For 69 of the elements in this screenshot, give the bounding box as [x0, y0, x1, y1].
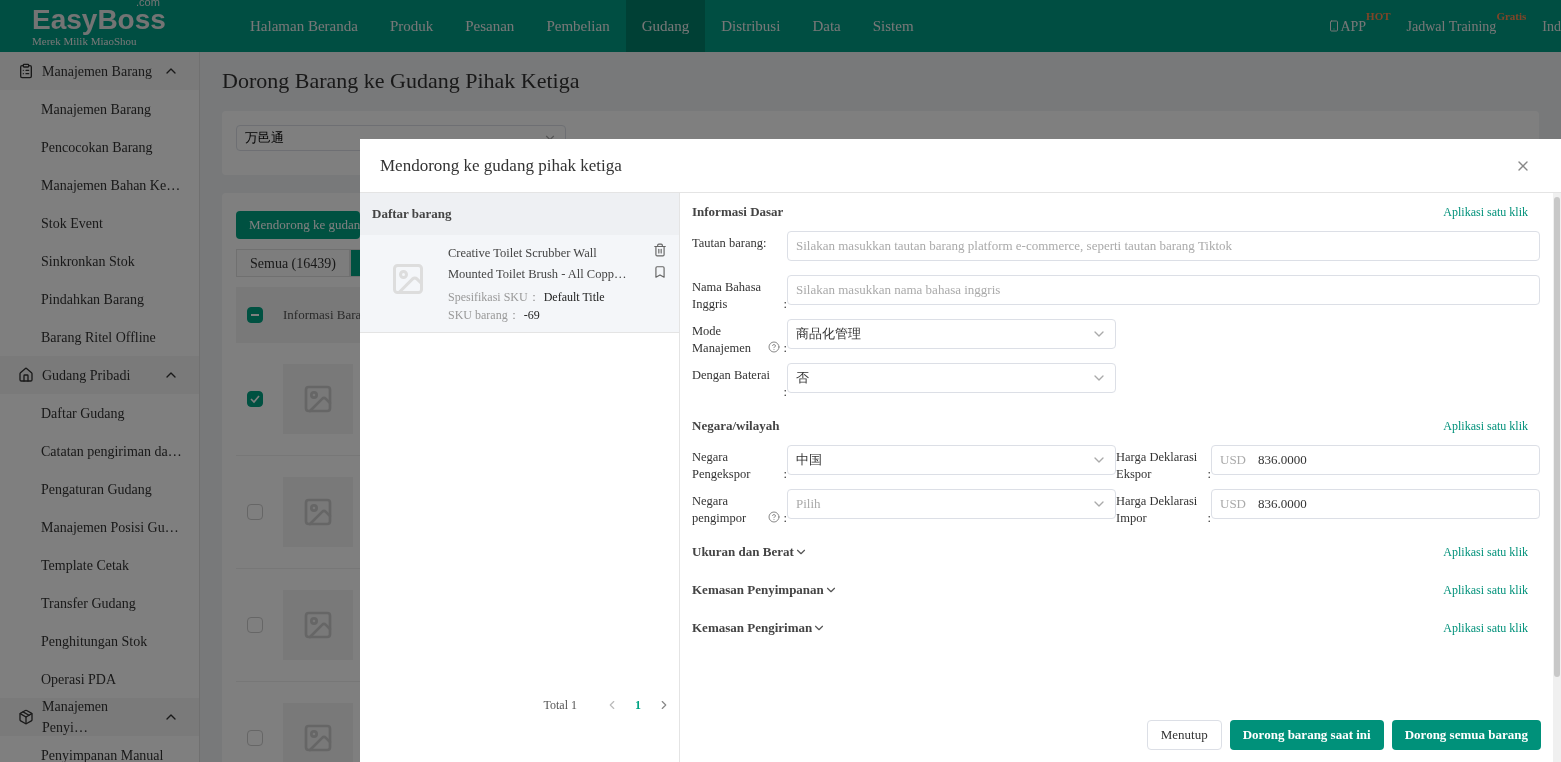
list-header: Daftar barang — [360, 193, 679, 235]
product-item[interactable]: Creative Toilet Scrubber Wall Mounted Toilet Brush - All Copp… Spesifikasi SKU： Default Title SKU barang： -69 — [360, 235, 679, 333]
section-title[interactable]: Kemasan Pengiriman — [692, 618, 813, 638]
one-click-apply-link[interactable]: Aplikasi satu klik — [1443, 417, 1528, 435]
field-label: Harga Deklarasi Ekspor — [1116, 449, 1199, 483]
one-click-apply-link[interactable]: Aplikasi satu klik — [1443, 581, 1528, 599]
colon: : — [783, 510, 787, 527]
tab[interactable]: Semua (16439) — [236, 249, 350, 277]
sidebar-item[interactable]: Penghitungan Stok — [0, 622, 199, 660]
field-label: Negara Pengekspor — [692, 449, 752, 483]
sidebar-item[interactable]: Pindahkan Barang — [0, 280, 199, 318]
push-button[interactable]: Mendorong ke gudan — [236, 211, 360, 239]
select-field[interactable]: 中国 — [787, 445, 1116, 475]
colon: : — [783, 296, 787, 313]
section-title[interactable]: Kemasan Penyimpanan — [692, 580, 824, 600]
sidebar-item[interactable]: Manajemen Posisi Gu… — [0, 508, 199, 546]
select-field[interactable]: 否 — [787, 363, 1116, 393]
colon: : — [1207, 466, 1211, 483]
sidebar-item[interactable]: Manajemen Barang — [0, 90, 199, 128]
page-title: Dorong Barang ke Gudang Pihak Ketiga — [222, 67, 581, 95]
field-label: Tautan barang: — [692, 235, 768, 252]
field-label: Harga Deklarasi Impor — [1116, 493, 1199, 527]
colon: : — [783, 466, 787, 483]
sidebar-item[interactable]: Penyimpanan Manual — [0, 736, 199, 762]
select-field[interactable]: Pilih — [787, 489, 1116, 519]
primary-button[interactable]: Dorong semua barang — [1391, 720, 1541, 750]
text-field[interactable]: Silakan masukkan nama bahasa inggris — [787, 275, 1540, 305]
colon: : — [783, 384, 787, 401]
sidebar-item[interactable]: Pencocokan Barang — [0, 128, 199, 166]
sidebar-item[interactable]: Daftar Gudang — [0, 394, 199, 432]
one-click-apply-link[interactable]: Aplikasi satu klik — [1443, 619, 1528, 637]
section-title[interactable]: Ukuran dan Berat — [692, 542, 794, 562]
sidebar-item[interactable]: Barang Ritel Offline — [0, 318, 199, 356]
colon: : — [1207, 510, 1211, 527]
price-field[interactable]: USD 836.0000 — [1211, 445, 1540, 475]
sidebar-group[interactable]: Gudang Pribadi — [0, 356, 199, 394]
sidebar-item[interactable]: Pengaturan Gudang — [0, 470, 199, 508]
primary-button[interactable]: Dorong barang saat ini — [1229, 720, 1384, 750]
sidebar-item[interactable]: Sinkronkan Stok — [0, 242, 199, 280]
sidebar-group[interactable]: Manajemen Barang — [0, 52, 199, 90]
close-button[interactable]: Menutup — [1146, 720, 1222, 750]
one-click-apply-link[interactable]: Aplikasi satu klik — [1443, 203, 1528, 221]
sidebar-item[interactable]: Template Cetak — [0, 546, 199, 584]
logo-suffix: .com — [136, 0, 160, 8]
total-count: Total 1 — [543, 697, 577, 714]
nav-tab[interactable]: Gudang — [625, 0, 706, 52]
sidebar-item[interactable]: Operasi PDA — [0, 660, 199, 698]
colon: : — [783, 340, 787, 357]
sidebar-item[interactable]: Stok Event — [0, 204, 199, 242]
tagline: Merek Milik MiaoShou — [32, 35, 137, 47]
field-label: Negara pengimpor — [692, 493, 748, 527]
spec-value: Default Title — [543, 289, 605, 306]
sidebar-item[interactable]: Catatan pengiriman da… — [0, 432, 199, 470]
text-field[interactable]: Silakan masukkan tautan barang platform e-commerce, seperti tautan barang Tiktok — [787, 231, 1540, 261]
sidebar-item[interactable]: Manajemen Bahan Ke… — [0, 166, 199, 204]
field-label: Dengan Baterai — [692, 367, 772, 384]
spec-label: Spesifikasi SKU： — [448, 289, 540, 306]
section-title[interactable]: Negara/wilayah — [692, 416, 780, 436]
dialog-title: Mendorong ke gudang pihak ketiga — [380, 154, 622, 177]
sku-label: SKU barang： — [448, 307, 520, 324]
one-click-apply-link[interactable]: Aplikasi satu klik — [1443, 543, 1528, 561]
page-number[interactable]: 1 — [635, 696, 641, 714]
sku-value: -69 — [523, 307, 540, 324]
price-field[interactable]: USD 836.0000 — [1211, 489, 1540, 519]
section-title[interactable]: Informasi Dasar — [692, 202, 784, 222]
product-name: Creative Toilet Scrubber Wall Mounted Toilet Brush - All Copp… — [448, 245, 628, 283]
sidebar-item[interactable]: Transfer Gudang — [0, 584, 199, 622]
select-field[interactable]: 商品化管理 — [787, 319, 1116, 349]
sidebar-group[interactable]: Manajemen Penyi… — [0, 698, 199, 736]
